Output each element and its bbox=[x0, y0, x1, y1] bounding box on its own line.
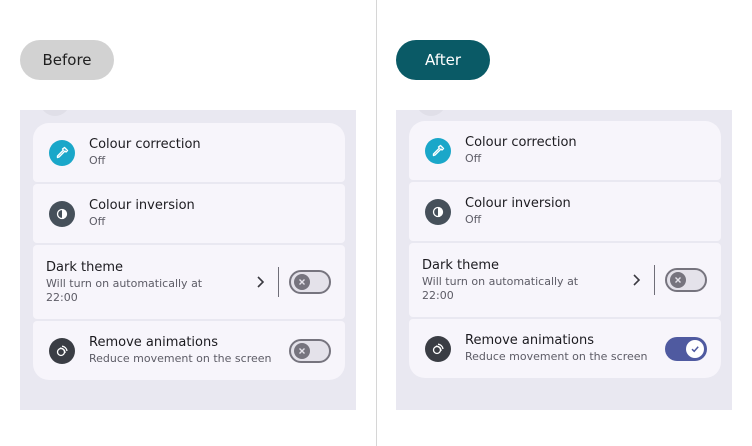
remove-animations-title: Remove animations bbox=[89, 335, 219, 350]
colour-correction-item[interactable]: Colour correction Off bbox=[409, 121, 721, 180]
colour-inversion-status: Off bbox=[465, 213, 482, 226]
dark-theme-toggle[interactable] bbox=[289, 270, 331, 294]
remove-animations-item[interactable]: Remove animations Reduce movement on the… bbox=[409, 319, 721, 378]
dark-theme-title: Dark theme bbox=[46, 259, 123, 275]
colour-correction-title: Colour correction bbox=[89, 137, 201, 152]
contrast-icon bbox=[425, 198, 451, 225]
colour-inversion-status: Off bbox=[89, 215, 106, 228]
chevron-right-icon[interactable] bbox=[250, 275, 270, 289]
colour-inversion-title: Colour inversion bbox=[465, 196, 571, 211]
scrolled-item-peek bbox=[40, 110, 70, 116]
colour-inversion-item[interactable]: Colour inversion Off bbox=[409, 182, 721, 241]
before-settings-panel: Colour correction Off Colour inversion O… bbox=[20, 110, 356, 410]
center-divider bbox=[376, 0, 377, 446]
scrolled-item-peek bbox=[416, 110, 446, 116]
close-icon bbox=[294, 342, 310, 359]
animation-icon bbox=[425, 335, 451, 362]
colour-correction-item[interactable]: Colour correction Off bbox=[33, 123, 345, 182]
colour-inversion-title: Colour inversion bbox=[89, 198, 195, 213]
colour-correction-status: Off bbox=[465, 152, 482, 165]
eyedropper-icon bbox=[49, 139, 75, 166]
vertical-separator bbox=[654, 265, 655, 295]
dark-theme-item[interactable]: Dark theme Will turn on automatically at… bbox=[409, 243, 721, 317]
remove-animations-item[interactable]: Remove animations Reduce movement on the… bbox=[33, 321, 345, 380]
chevron-right-icon[interactable] bbox=[626, 273, 646, 287]
colour-inversion-item[interactable]: Colour inversion Off bbox=[33, 184, 345, 243]
remove-animations-toggle[interactable] bbox=[665, 336, 707, 361]
dark-theme-item[interactable]: Dark theme Will turn on automatically at… bbox=[33, 245, 345, 319]
remove-animations-subtitle: Reduce movement on the screen bbox=[465, 350, 648, 363]
colour-correction-title: Colour correction bbox=[465, 135, 577, 150]
after-settings-panel: Colour correction Off Colour inversion O… bbox=[396, 110, 732, 410]
dark-theme-title: Dark theme bbox=[422, 257, 499, 273]
after-label: After bbox=[396, 40, 490, 80]
remove-animations-toggle[interactable] bbox=[289, 338, 331, 363]
dark-theme-subtitle: Will turn on automatically at 22:00 bbox=[46, 276, 203, 304]
close-icon bbox=[294, 274, 310, 290]
vertical-separator bbox=[278, 267, 279, 297]
dark-theme-toggle[interactable] bbox=[665, 268, 707, 292]
colour-correction-status: Off bbox=[89, 154, 106, 167]
animation-icon bbox=[49, 337, 75, 364]
close-icon bbox=[670, 272, 686, 288]
dark-theme-subtitle: Will turn on automatically at 22:00 bbox=[422, 274, 579, 302]
eyedropper-icon bbox=[425, 137, 451, 164]
before-label: Before bbox=[20, 40, 114, 80]
check-icon bbox=[686, 339, 704, 358]
contrast-icon bbox=[49, 200, 75, 227]
remove-animations-title: Remove animations bbox=[465, 333, 595, 348]
remove-animations-subtitle: Reduce movement on the screen bbox=[89, 352, 272, 365]
